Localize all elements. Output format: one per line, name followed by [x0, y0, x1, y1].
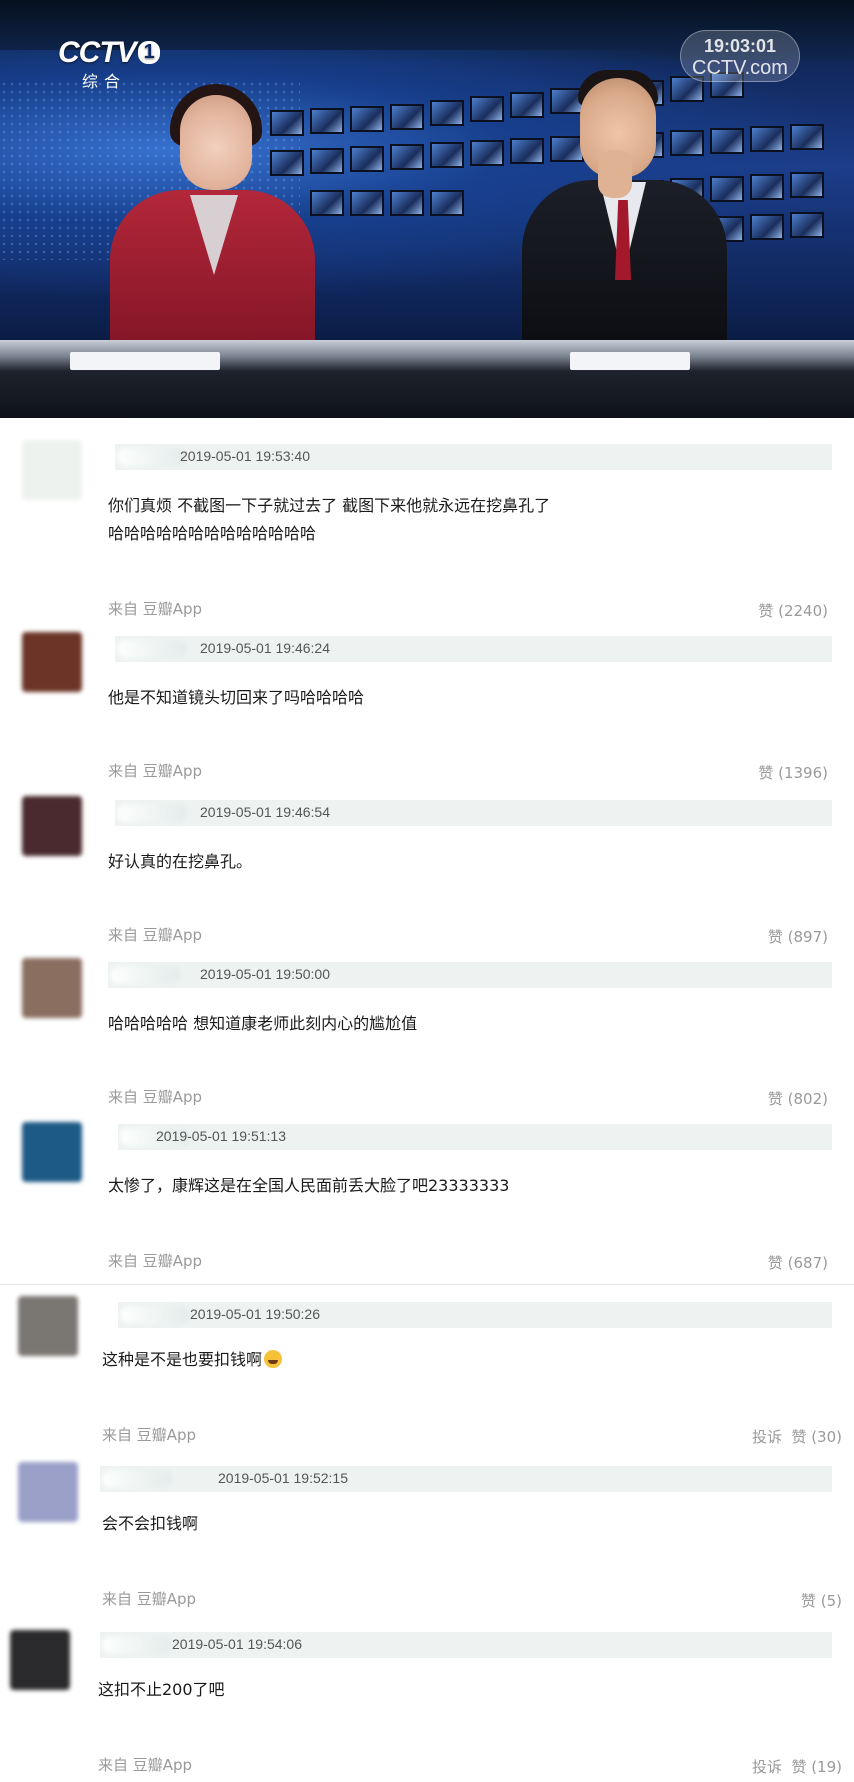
- comment-meta-bar: 2019-05-01 19:50:26: [118, 1302, 832, 1328]
- tv-screenshot: CCTV 1 综合 19:03:01 CCTV.com: [0, 0, 854, 418]
- comment-meta-bar: 2019-05-01 19:50:00: [108, 962, 832, 988]
- comment-timestamp: 2019-05-01 19:51:13: [156, 1128, 286, 1144]
- like-button[interactable]: 赞 (897): [768, 926, 828, 947]
- comment-source[interactable]: 来自 豆瓣App: [102, 1588, 196, 1609]
- avatar[interactable]: [22, 440, 82, 500]
- comment-text-line: 他是不知道镜头切回来了吗哈哈哈哈: [108, 688, 365, 707]
- comment-meta-bar: 2019-05-01 19:54:06: [100, 1632, 832, 1658]
- comment-text-line: 太惨了，康辉这是在全国人民面前丢大脸了吧23333333: [108, 1176, 510, 1195]
- grin-emoji-icon: [264, 1350, 283, 1368]
- cctv-watermark: 19:03:01 CCTV.com: [680, 30, 800, 82]
- anchor-woman-head: [180, 95, 252, 190]
- comment-meta-bar: 2019-05-01 19:46:54: [115, 800, 832, 826]
- comment-timestamp: 2019-05-01 19:46:24: [200, 640, 330, 656]
- comment-text-line: 会不会扣钱啊: [102, 1514, 199, 1533]
- avatar[interactable]: [22, 632, 82, 692]
- comment-timestamp: 2019-05-01 19:50:26: [190, 1306, 320, 1322]
- comment-text-line: 你们真烦 不截图一下子就过去了 截图下来他就永远在挖鼻孔了: [108, 496, 551, 515]
- comment-text: 好认真的在挖鼻孔。: [108, 848, 252, 876]
- report-button[interactable]: 投诉: [752, 1426, 782, 1447]
- username-redacted[interactable]: [117, 640, 187, 658]
- username-redacted[interactable]: [110, 966, 180, 984]
- comment-text: 你们真烦 不截图一下子就过去了 截图下来他就永远在挖鼻孔了 哈哈哈哈哈哈哈哈哈哈哈…: [108, 492, 550, 548]
- papers: [70, 352, 220, 370]
- comment-text-line: 好认真的在挖鼻孔。: [108, 852, 253, 871]
- comment-source[interactable]: 来自 豆瓣App: [108, 760, 202, 781]
- username-redacted[interactable]: [117, 804, 187, 822]
- like-button[interactable]: 赞 (1396): [758, 762, 828, 783]
- comment-source[interactable]: 来自 豆瓣App: [108, 924, 202, 945]
- comment-meta-bar: 2019-05-01 19:46:24: [115, 636, 832, 662]
- comment-source[interactable]: 来自 豆瓣App: [102, 1424, 196, 1445]
- comment-timestamp: 2019-05-01 19:46:54: [200, 804, 330, 820]
- comment-timestamp: 2019-05-01 19:54:06: [172, 1636, 302, 1652]
- comment-text: 这扣不止200了吧: [98, 1676, 225, 1704]
- comment-text: 会不会扣钱啊: [102, 1510, 198, 1538]
- comment-source[interactable]: 来自 豆瓣App: [108, 1086, 202, 1107]
- like-button[interactable]: 赞 (30): [791, 1426, 842, 1447]
- username-redacted[interactable]: [120, 1306, 190, 1324]
- cctv-logo: CCTV 1: [58, 36, 160, 70]
- comment-text: 太惨了，康辉这是在全国人民面前丢大脸了吧23333333: [108, 1172, 509, 1200]
- channel-name: 综合: [82, 72, 127, 91]
- username-redacted[interactable]: [102, 1636, 172, 1654]
- like-button[interactable]: 赞 (2240): [758, 600, 828, 621]
- comment-meta-bar: 2019-05-01 19:53:40: [115, 444, 832, 470]
- avatar[interactable]: [18, 1296, 78, 1356]
- like-button[interactable]: 赞 (687): [768, 1252, 828, 1273]
- like-button[interactable]: 赞 (19): [791, 1756, 842, 1777]
- comment-text-line: 哈哈哈哈哈 想知道康老师此刻内心的尴尬值: [108, 1014, 418, 1033]
- comment-timestamp: 2019-05-01 19:52:15: [218, 1470, 348, 1486]
- username-redacted[interactable]: [117, 448, 187, 466]
- comment-source[interactable]: 来自 豆瓣App: [108, 598, 202, 619]
- like-button[interactable]: 赞 (802): [768, 1088, 828, 1109]
- like-button[interactable]: 赞 (5): [801, 1590, 842, 1611]
- comment-source[interactable]: 来自 豆瓣App: [108, 1250, 202, 1271]
- comment-text: 他是不知道镜头切回来了吗哈哈哈哈: [108, 684, 364, 712]
- comment-text-line: 这扣不止200了吧: [98, 1680, 225, 1699]
- screenshot-splice-divider: [0, 1284, 854, 1285]
- comment-text-line: 这种是不是也要扣钱啊: [102, 1350, 263, 1369]
- avatar[interactable]: [22, 1122, 82, 1182]
- avatar[interactable]: [10, 1630, 70, 1690]
- comment-source[interactable]: 来自 豆瓣App: [98, 1754, 192, 1775]
- comment-text-line: 哈哈哈哈哈哈哈哈哈哈哈哈哈: [108, 524, 317, 543]
- username-redacted[interactable]: [102, 1470, 172, 1488]
- comment-meta-bar: 2019-05-01 19:51:13: [118, 1124, 832, 1150]
- comment-meta-bar: 2019-05-01 19:52:15: [100, 1466, 832, 1492]
- comment-text: 这种是不是也要扣钱啊: [102, 1346, 283, 1374]
- avatar[interactable]: [18, 1462, 78, 1522]
- comment-timestamp: 2019-05-01 19:53:40: [180, 448, 310, 464]
- avatar[interactable]: [22, 796, 82, 856]
- avatar[interactable]: [22, 958, 82, 1018]
- anchor-man-hand: [598, 150, 632, 198]
- comment-timestamp: 2019-05-01 19:50:00: [200, 966, 330, 982]
- comment-text: 哈哈哈哈哈 想知道康老师此刻内心的尴尬值: [108, 1010, 417, 1038]
- report-button[interactable]: 投诉: [752, 1756, 782, 1777]
